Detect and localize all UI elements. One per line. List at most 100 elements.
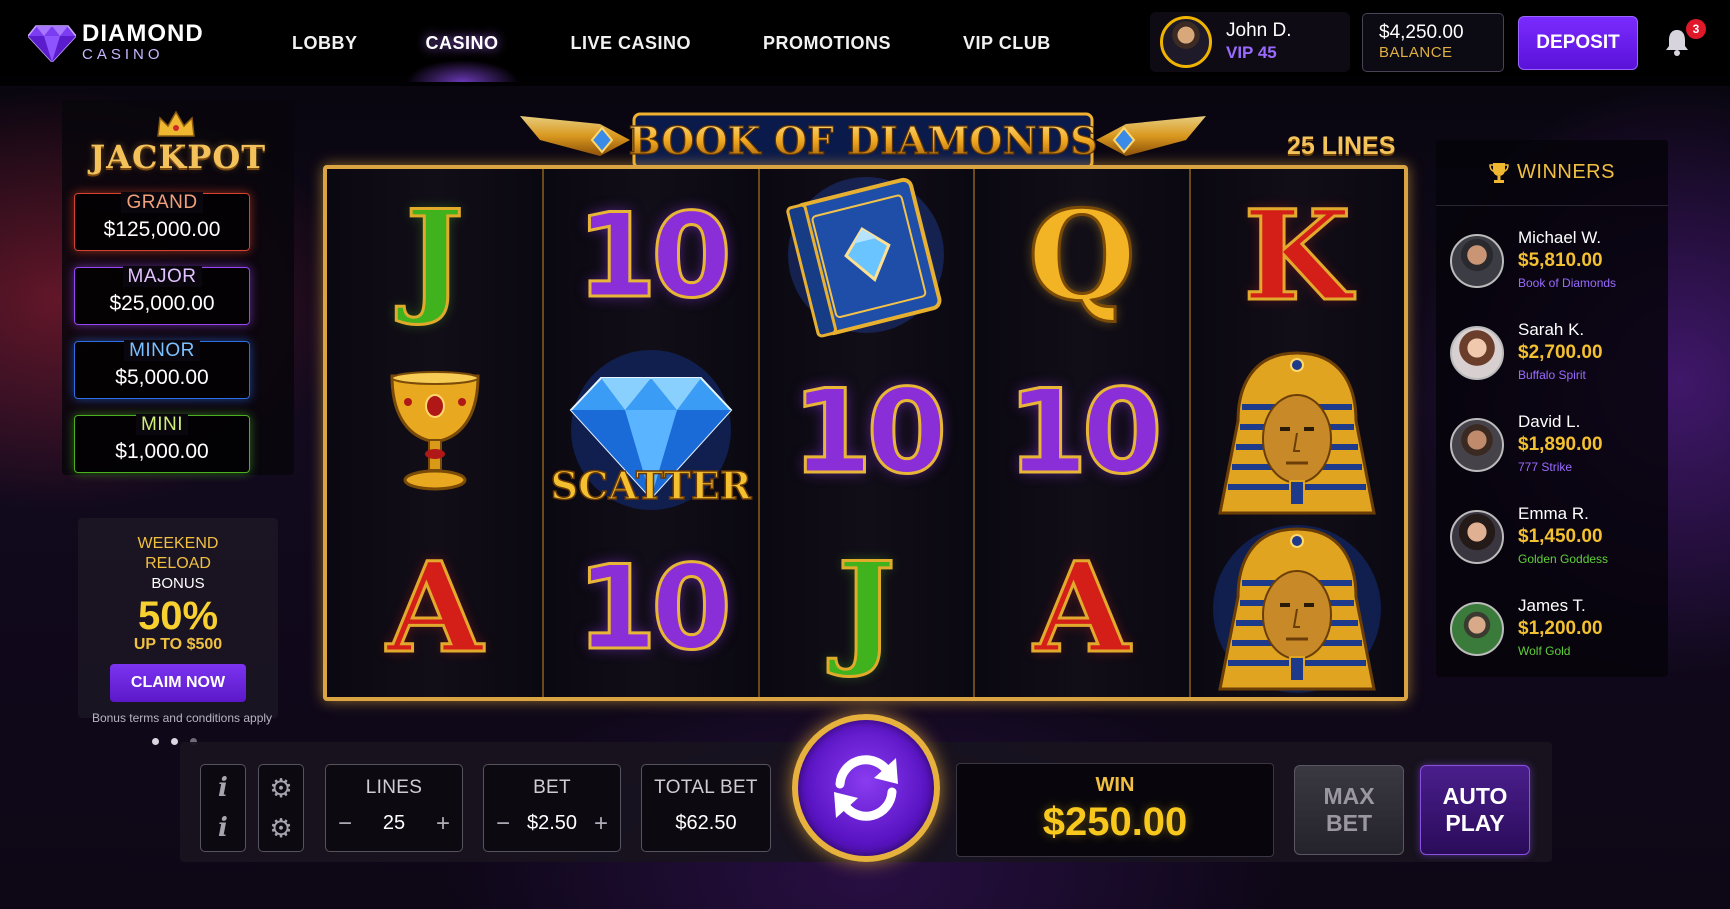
win-display: WIN $250.00 xyxy=(956,763,1274,857)
lines-control: LINES 25 − + xyxy=(325,764,463,852)
info-icon[interactable]: i xyxy=(200,768,246,808)
total-bet-value: $62.50 xyxy=(675,812,737,834)
bet-increase-button[interactable]: + xyxy=(594,812,608,836)
jackpot-grand: GRAND $125,000.00 xyxy=(74,192,250,251)
promo-terms: Bonus terms and conditions apply xyxy=(91,711,273,725)
lines-increase-button[interactable]: + xyxy=(436,812,450,836)
winner-name: Emma R. xyxy=(1518,504,1589,523)
symbol-10: 10 xyxy=(575,189,733,324)
win-amount: $250.00 xyxy=(1042,800,1188,844)
brand-sub: CASINO xyxy=(82,46,164,63)
winner-game[interactable]: 777 Strike xyxy=(1518,460,1572,474)
crown-icon xyxy=(157,110,195,137)
claim-now-button[interactable]: CLAIM NOW xyxy=(110,664,246,702)
refresh-icon xyxy=(834,755,898,821)
winner-item: Sarah K. $2,700.00 Buffalo Spirit xyxy=(1450,320,1660,400)
auto-play-line-1: AUTO xyxy=(1442,783,1508,809)
reel-3: 10 J xyxy=(757,169,974,697)
avatar xyxy=(1450,510,1504,564)
symbol-10: 10 xyxy=(790,365,948,500)
winner-amount: $1,200.00 xyxy=(1518,618,1603,639)
promo-banner: WEEKEND RELOAD BONUS 50% UP TO $500 CLAI… xyxy=(78,518,278,718)
carousel-dot[interactable] xyxy=(152,738,159,745)
reel-2: 10 SCATTER 10 xyxy=(542,169,758,697)
winner-amount: $5,810.00 xyxy=(1518,250,1603,271)
brand-logo[interactable]: DIAMOND CASINO xyxy=(28,22,204,62)
symbol-k: K xyxy=(1242,184,1353,329)
winner-game[interactable]: Buffalo Spirit xyxy=(1518,368,1586,382)
jackpot-grand-label: GRAND xyxy=(121,192,203,213)
lines-decrease-button[interactable]: − xyxy=(338,812,352,836)
scatter-label: SCATTER xyxy=(550,462,752,509)
promo-line-3: BONUS xyxy=(151,575,205,592)
win-title: WIN xyxy=(1095,774,1135,796)
symbol-10: 10 xyxy=(1006,365,1164,500)
jackpot-mini-value: $1,000.00 xyxy=(115,440,209,463)
bet-decrease-button[interactable]: − xyxy=(496,812,510,836)
user-profile[interactable]: John D. VIP 45 xyxy=(1150,12,1350,72)
winner-item: Michael W. $5,810.00 Book of Diamonds xyxy=(1450,228,1660,308)
deposit-button[interactable]: DEPOSIT xyxy=(1518,16,1638,70)
auto-play-button[interactable]: AUTO PLAY xyxy=(1420,765,1530,855)
winner-name: David L. xyxy=(1518,412,1581,431)
winners-header: WINNERS xyxy=(1436,140,1668,206)
winner-amount: $1,890.00 xyxy=(1518,434,1603,455)
reel-5: K xyxy=(1188,169,1404,697)
winner-game[interactable]: Book of Diamonds xyxy=(1518,276,1616,290)
balance-amount: $4,250.00 xyxy=(1379,22,1464,43)
gear-icon[interactable]: ⚙ xyxy=(258,768,304,808)
nav-live-casino[interactable]: LIVE CASINO xyxy=(571,0,692,86)
jackpot-title: JACKPOT xyxy=(90,138,266,176)
carousel-dot[interactable] xyxy=(171,738,178,745)
nav-lobby[interactable]: LOBBY xyxy=(292,0,358,86)
balance-box: $4,250.00 BALANCE xyxy=(1362,13,1504,72)
symbol-j: J xyxy=(404,184,466,329)
goblet-icon xyxy=(327,345,542,521)
symbol-q: Q xyxy=(1026,184,1137,329)
winner-item: David L. $1,890.00 777 Strike xyxy=(1450,412,1660,492)
symbol-j: J xyxy=(836,536,898,681)
symbol-a: A xyxy=(385,536,484,681)
brand-name: DIAMOND xyxy=(82,20,204,47)
total-bet-title: TOTAL BET xyxy=(654,777,758,798)
gear-icon[interactable]: ⚙ xyxy=(258,808,304,848)
game-title: BOOK OF DIAMONDS xyxy=(628,118,1097,163)
winner-game[interactable]: Golden Goddess xyxy=(1518,552,1608,566)
nav-promotions[interactable]: PROMOTIONS xyxy=(763,0,891,86)
left-wing-icon xyxy=(520,116,630,156)
jackpot-minor-value: $5,000.00 xyxy=(115,366,209,389)
winner-item: James T. $1,200.00 Wolf Gold xyxy=(1450,596,1660,676)
reel-1: J A xyxy=(327,169,543,697)
auto-play-line-2: PLAY xyxy=(1445,810,1505,836)
jackpot-major-label: MAJOR xyxy=(122,266,202,287)
promo-percent: 50% xyxy=(137,594,219,638)
winners-panel: WINNERS Michael W. $5,810.00 Book of Dia… xyxy=(1436,140,1668,677)
nav-vip-club[interactable]: VIP CLUB xyxy=(963,0,1051,86)
promo-line-1: WEEKEND xyxy=(137,535,219,552)
winner-game[interactable]: Wolf Gold xyxy=(1518,644,1570,658)
winner-name: Sarah K. xyxy=(1518,320,1585,339)
jackpot-major: MAJOR $25,000.00 xyxy=(74,266,250,325)
jackpot-grand-value: $125,000.00 xyxy=(103,218,221,241)
book-icon xyxy=(760,169,973,345)
diamond-icon xyxy=(28,25,76,62)
avatar xyxy=(1160,16,1212,68)
reel-4: Q 10 A xyxy=(973,169,1189,697)
symbol-10: 10 xyxy=(575,541,733,676)
nav-casino[interactable]: CASINO xyxy=(405,0,519,86)
balance-label: BALANCE xyxy=(1379,43,1453,61)
winner-amount: $1,450.00 xyxy=(1518,526,1603,547)
avatar xyxy=(1450,234,1504,288)
right-wing-icon xyxy=(1096,116,1206,156)
symbol-a: A xyxy=(1032,536,1131,681)
spin-button[interactable] xyxy=(792,714,940,862)
lines-title: LINES xyxy=(365,777,423,798)
winner-name: James T. xyxy=(1518,596,1586,615)
pharaoh-icon xyxy=(1191,345,1404,521)
avatar xyxy=(1450,326,1504,380)
info-icon[interactable]: i xyxy=(200,808,246,848)
jackpot-major-value: $25,000.00 xyxy=(109,292,215,315)
main-nav: LOBBY CASINO LIVE CASINO PROMOTIONS VIP … xyxy=(264,0,1051,86)
jackpot-minor: MINOR $5,000.00 xyxy=(74,340,250,399)
max-bet-button[interactable]: MAX BET xyxy=(1294,765,1404,855)
